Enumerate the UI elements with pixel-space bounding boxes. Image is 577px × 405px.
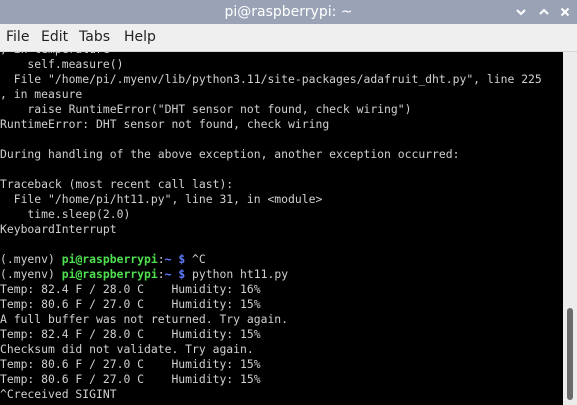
prompt-path: ~ $ — [164, 252, 186, 266]
terminal-line: Temp: 80.6 F / 27.0 C Humidity: 15% — [0, 297, 261, 311]
terminal-line: A full buffer was not returned. Try agai… — [0, 312, 289, 326]
window-title: pi@raspberrypi: ~ — [224, 4, 353, 20]
terminal-line: self.measure() — [0, 57, 124, 71]
menu-tabs[interactable]: Tabs — [79, 24, 110, 51]
terminal-line: Traceback (most recent call last): — [0, 177, 234, 191]
scrollbar[interactable] — [563, 52, 577, 405]
menu-file[interactable]: File — [6, 24, 29, 51]
close-button[interactable] — [556, 3, 574, 21]
prompt-separator: : — [157, 267, 165, 281]
terminal-line: Temp: 80.6 F / 27.0 C Humidity: 15% — [0, 357, 261, 371]
terminal-prompt-line: (.myenv) pi@raspberrypi:~ $ python ht11.… — [0, 267, 542, 282]
title-bar[interactable]: pi@raspberrypi: ~ — [0, 0, 577, 24]
terminal-line: time.sleep(2.0) — [0, 207, 131, 221]
terminal-output[interactable]: , in temperature self.measure() File "/h… — [0, 52, 563, 405]
minimize-button[interactable] — [512, 3, 530, 21]
prompt-command: python ht11.py — [185, 267, 289, 281]
prompt-command: ^C — [185, 252, 206, 266]
terminal-line: Temp: 82.4 F / 28.0 C Humidity: 15% — [0, 327, 261, 341]
prompt-path: ~ $ — [164, 267, 186, 281]
terminal-line: KeyboardInterrupt — [0, 222, 117, 236]
terminal-prompt-line: (.myenv) pi@raspberrypi:~ $ ^C — [0, 252, 542, 267]
terminal-line: Temp: 80.6 F / 27.0 C Humidity: 15% — [0, 372, 261, 386]
chevron-down-icon — [516, 9, 526, 16]
prompt-env: (.myenv) — [0, 252, 62, 266]
terminal-line: File "/home/pi/ht11.py", line 31, in <mo… — [0, 192, 323, 206]
terminal-line: , in measure — [0, 87, 83, 101]
prompt-host: pi@raspberrypi — [61, 252, 158, 266]
prompt-host: pi@raspberrypi — [61, 267, 158, 281]
terminal-line: During handling of the above exception, … — [0, 147, 460, 161]
maximize-button[interactable] — [535, 3, 553, 21]
prompt-separator: : — [157, 252, 165, 266]
terminal-lines: , in temperature self.measure() File "/h… — [0, 52, 542, 402]
prompt-env: (.myenv) — [0, 267, 62, 281]
terminal-line: RuntimeError: DHT sensor not found, chec… — [0, 117, 330, 131]
terminal-line: Temp: 82.4 F / 28.0 C Humidity: 16% — [0, 282, 261, 296]
close-icon — [560, 7, 570, 17]
terminal-line: ^Creceived SIGINT — [0, 387, 117, 401]
terminal-line: Checksum did not validate. Try again. — [0, 342, 254, 356]
chevron-up-icon — [539, 8, 549, 15]
menu-help[interactable]: Help — [124, 24, 156, 51]
terminal-line: raise RuntimeError("DHT sensor not found… — [0, 102, 412, 116]
menu-edit[interactable]: Edit — [41, 24, 68, 51]
menu-bar: File Edit Tabs Help — [0, 24, 577, 52]
terminal-window: pi@raspberrypi: ~ File Edit Tabs Help , … — [0, 0, 577, 405]
scrollbar-thumb[interactable] — [567, 308, 573, 400]
terminal-line: File "/home/pi/.myenv/lib/python3.11/sit… — [0, 72, 542, 86]
